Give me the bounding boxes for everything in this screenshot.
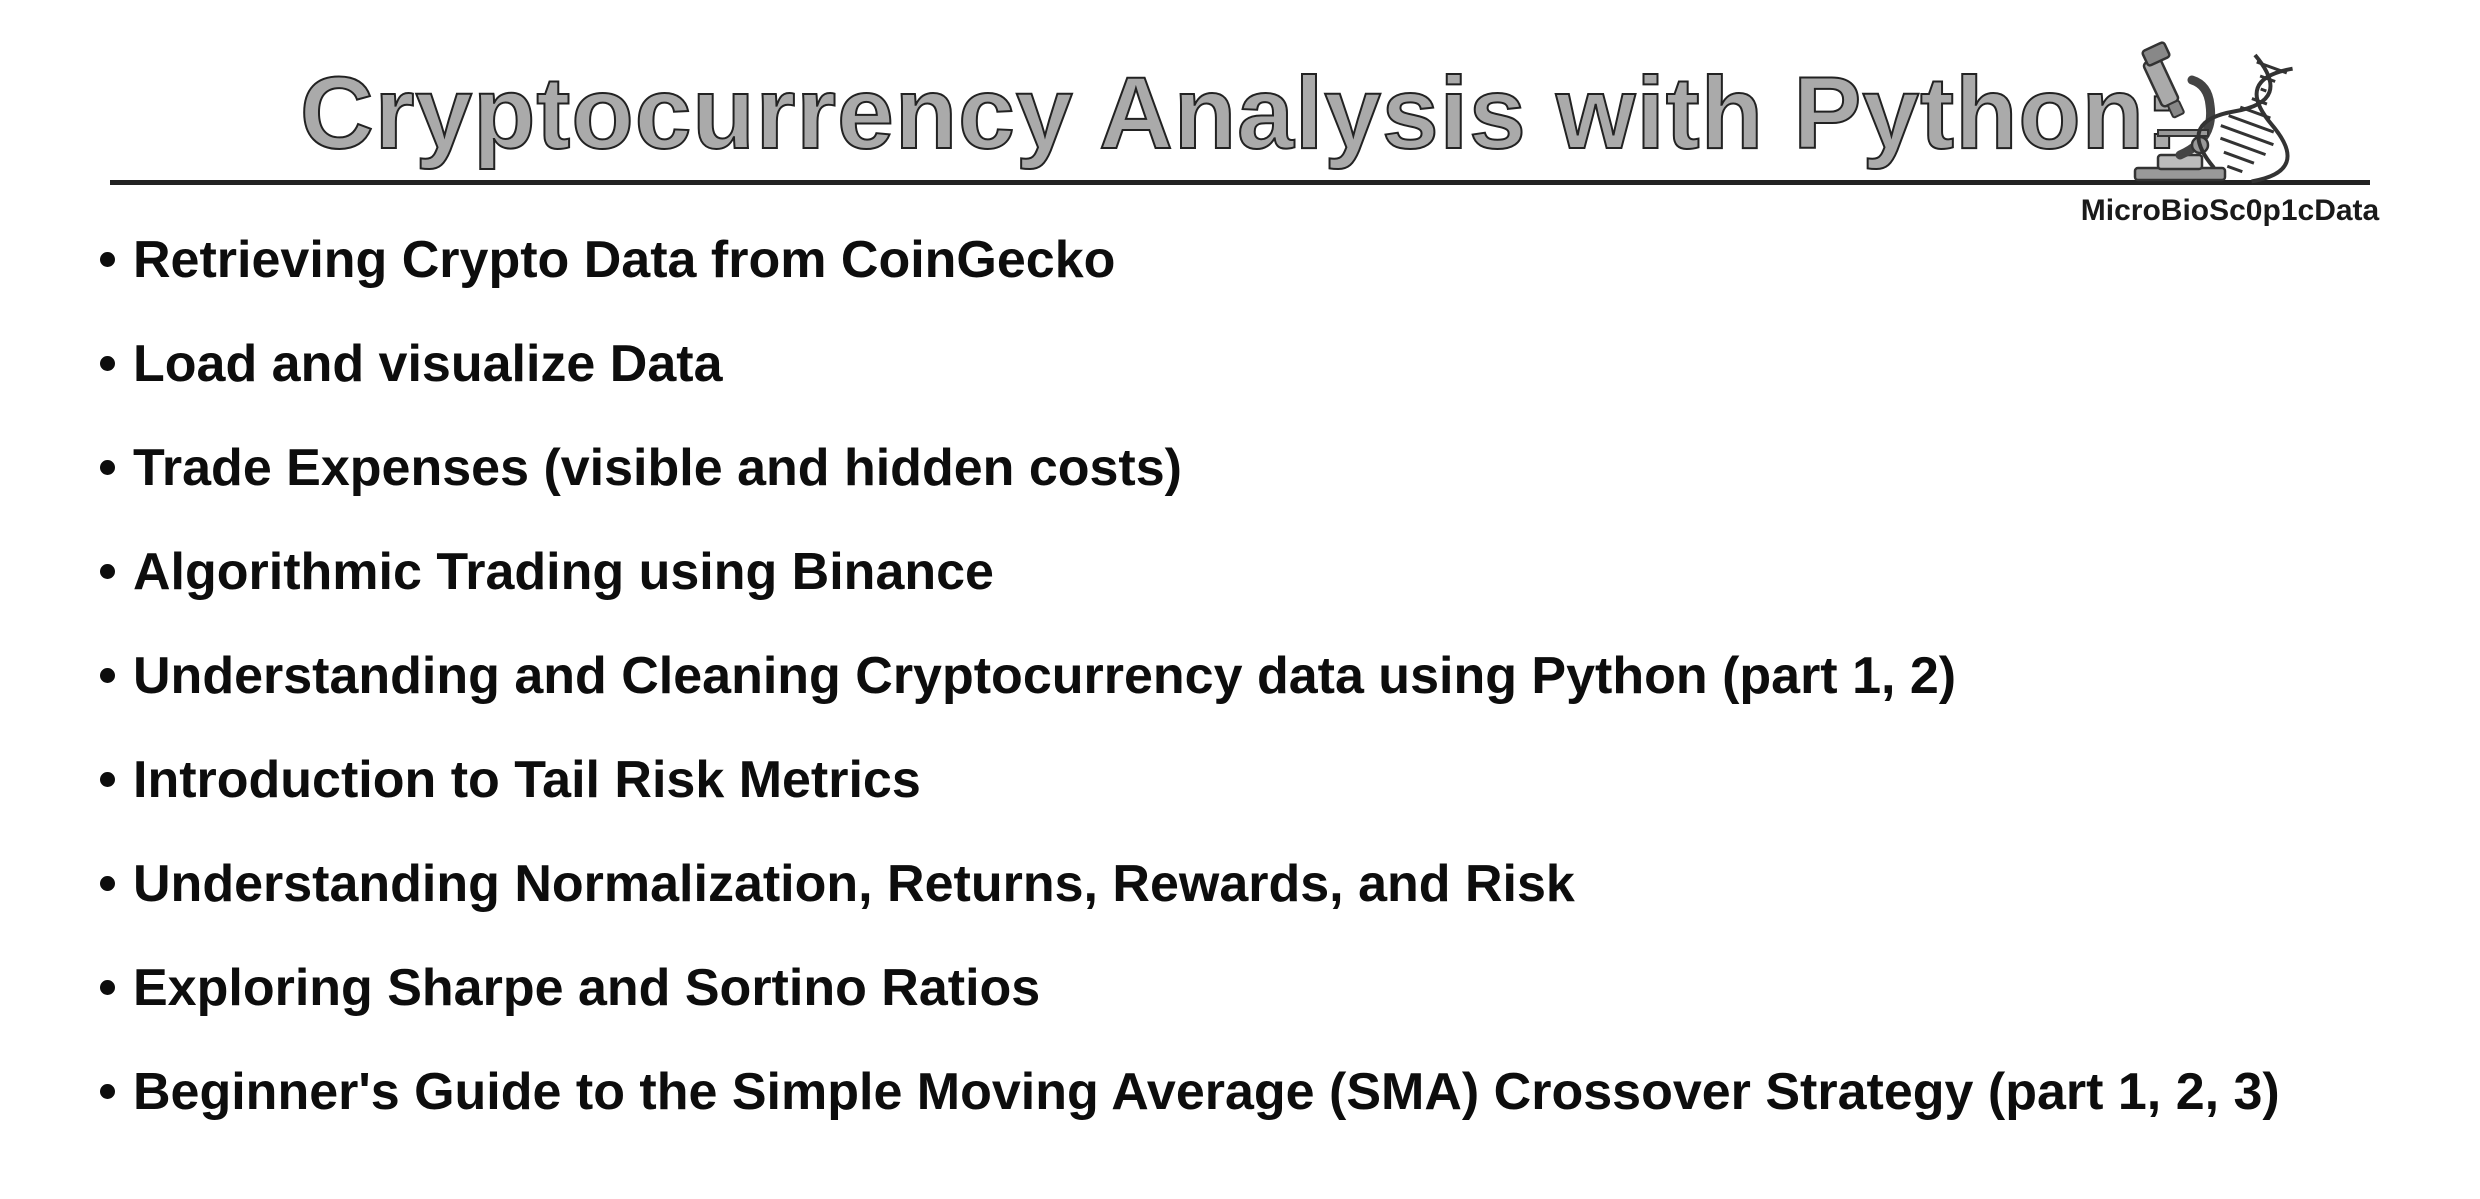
bullet-text: Exploring Sharpe and Sortino Ratios bbox=[133, 959, 1040, 1017]
brand-text: MicroBioSc0p1cData bbox=[2081, 194, 2379, 228]
logo-icons bbox=[2100, 40, 2360, 190]
bullet-icon bbox=[100, 980, 115, 995]
bullet-list: Retrieving Crypto Data from CoinGecko Lo… bbox=[0, 185, 2480, 1122]
bullet-icon bbox=[100, 356, 115, 371]
list-item: Load and visualize Data bbox=[100, 334, 2480, 394]
bullet-text: Understanding Normalization, Returns, Re… bbox=[133, 855, 1575, 913]
bullet-icon bbox=[100, 876, 115, 891]
list-item: Algorithmic Trading using Binance bbox=[100, 542, 2480, 602]
bullet-icon bbox=[100, 460, 115, 475]
bullet-text: Understanding and Cleaning Cryptocurrenc… bbox=[133, 647, 1956, 705]
bullet-text: Beginner's Guide to the Simple Moving Av… bbox=[133, 1063, 2280, 1121]
bullet-text: Introduction to Tail Risk Metrics bbox=[133, 751, 921, 809]
bullet-text: Trade Expenses (visible and hidden costs… bbox=[133, 439, 1182, 497]
bullet-icon bbox=[100, 564, 115, 579]
list-item: Exploring Sharpe and Sortino Ratios bbox=[100, 958, 2480, 1018]
bullet-text: Load and visualize Data bbox=[133, 335, 723, 393]
list-item: Retrieving Crypto Data from CoinGecko bbox=[100, 230, 2480, 290]
list-item: Understanding Normalization, Returns, Re… bbox=[100, 854, 2480, 914]
title-underline bbox=[110, 180, 2370, 185]
list-item: Understanding and Cleaning Cryptocurrenc… bbox=[100, 646, 2480, 706]
list-item: Trade Expenses (visible and hidden costs… bbox=[100, 438, 2480, 498]
brand-logo: MicroBioSc0p1cData bbox=[2100, 40, 2360, 228]
bullet-icon bbox=[100, 252, 115, 267]
bullet-icon bbox=[100, 1084, 115, 1099]
bullet-icon bbox=[100, 772, 115, 787]
bullet-icon bbox=[100, 668, 115, 683]
page-title: Cryptocurrency Analysis with Python: bbox=[110, 55, 2370, 172]
bullet-text: Algorithmic Trading using Binance bbox=[133, 543, 994, 601]
list-item: Introduction to Tail Risk Metrics bbox=[100, 750, 2480, 810]
bullet-text: Retrieving Crypto Data from CoinGecko bbox=[133, 231, 1115, 289]
list-item: Beginner's Guide to the Simple Moving Av… bbox=[100, 1062, 2480, 1122]
header: Cryptocurrency Analysis with Python: bbox=[0, 0, 2480, 185]
